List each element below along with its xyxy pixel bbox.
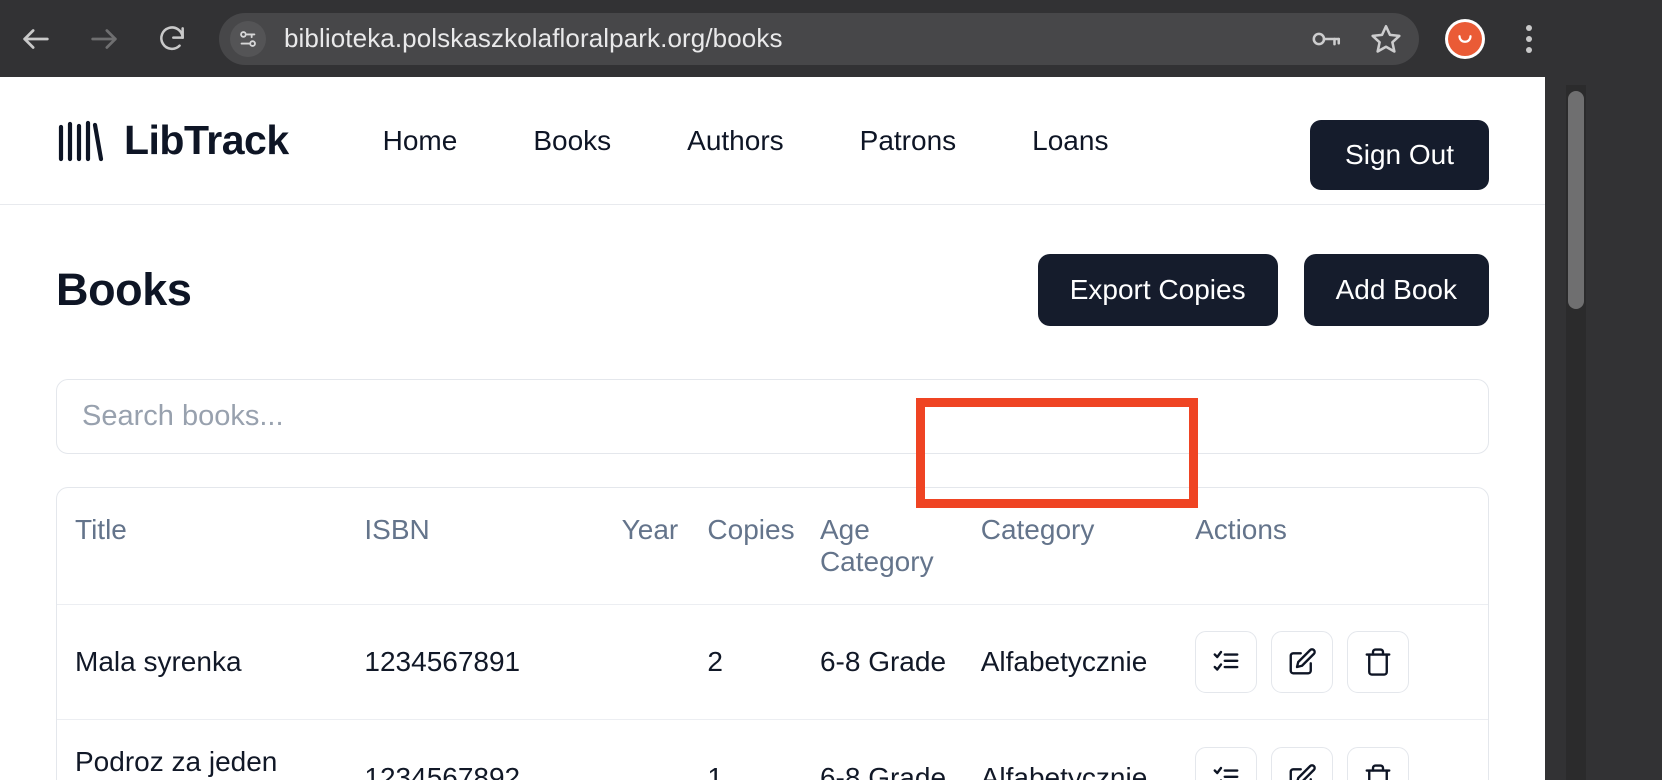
cell-copies: 2 [689,604,802,720]
nav-item-home[interactable]: Home [345,125,496,157]
cell-title: Mala syrenka [57,604,347,720]
page-viewport: LibTrack Home Books Authors Patrons Loan… [0,77,1545,780]
page-header: Books Export Copies Add Book [56,205,1489,375]
column-header-age-category[interactable]: Age Category [801,488,963,605]
copies-list-icon[interactable] [1195,631,1258,693]
back-arrow-icon[interactable] [14,17,58,61]
page-title: Books [56,264,192,315]
cell-age-category: 6-8 Grade [819,762,947,780]
cell-category: Alfabetycznie [962,604,1178,720]
delete-icon[interactable] [1347,631,1410,693]
delete-icon[interactable] [1347,747,1410,780]
column-header-copies[interactable]: Copies [689,488,802,605]
cell-year [604,720,690,780]
avatar-icon [1448,21,1482,56]
search-books-field[interactable] [56,379,1489,454]
nav-item-loans[interactable]: Loans [994,125,1146,157]
table-row[interactable]: Podroz za jeden usmiech 1234567892 1 6-8… [57,720,1488,780]
reload-icon[interactable] [150,17,194,61]
export-copies-button[interactable]: Export Copies [1037,254,1278,326]
edit-icon[interactable] [1271,747,1334,780]
add-book-button[interactable]: Add Book [1303,254,1489,326]
nav-item-books[interactable]: Books [495,125,649,157]
scrollbar-thumb[interactable] [1568,91,1584,309]
books-logo-icon [56,119,104,163]
brand-name: LibTrack [124,117,289,163]
header-actions: Export Copies Add Book [1037,254,1489,326]
column-header-isbn[interactable]: ISBN [346,488,604,605]
site-permissions-icon[interactable] [230,20,266,57]
brand-logo[interactable]: LibTrack [56,117,289,164]
site-navbar: LibTrack Home Books Authors Patrons Loan… [0,77,1545,205]
cell-category: Alfabetycznie [980,762,1148,780]
avatar[interactable] [1445,18,1485,59]
browser-chrome: biblioteka.polskaszkolafloralpark.org/bo… [0,0,1662,77]
copies-list-icon[interactable] [1195,747,1258,780]
nav-item-patrons[interactable]: Patrons [822,125,995,157]
star-icon[interactable] [1369,22,1403,56]
table-row[interactable]: Mala syrenka 1234567891 2 6-8 Grade Alfa… [57,604,1488,720]
nav-item-authors[interactable]: Authors [649,125,822,157]
url-text: biblioteka.polskaszkolafloralpark.org/bo… [284,23,783,53]
primary-nav: Home Books Authors Patrons Loans [345,125,1147,157]
column-header-actions: Actions [1177,488,1488,605]
column-header-title[interactable]: Title [57,488,347,605]
table-header-row: Title ISBN Year Copies Age Category Cate… [57,488,1488,605]
cell-year [603,604,690,720]
books-table: Title ISBN Year Copies Age Category Cate… [56,487,1489,780]
kebab-menu-icon[interactable] [1507,17,1551,61]
forward-arrow-icon[interactable] [82,17,126,61]
scrollbar[interactable] [1545,77,1662,780]
sign-out-button[interactable]: Sign Out [1310,120,1489,190]
column-header-category[interactable]: Category [962,488,1178,605]
key-icon[interactable] [1309,22,1343,56]
column-header-year[interactable]: Year [603,488,690,605]
cell-isbn: 1234567892 [364,762,521,780]
cell-age-category: 6-8 Grade [801,604,963,720]
address-bar[interactable]: biblioteka.polskaszkolafloralpark.org/bo… [219,12,1419,65]
cell-actions [1177,720,1488,780]
edit-icon[interactable] [1271,631,1334,693]
cell-title: Podroz za jeden usmiech [75,746,278,780]
books-page: Books Export Copies Add Book Title ISBN … [0,205,1545,780]
cell-copies: 1 [707,762,723,780]
cell-isbn: 1234567891 [346,604,604,720]
search-input[interactable] [82,400,1463,433]
cell-actions [1177,604,1488,720]
